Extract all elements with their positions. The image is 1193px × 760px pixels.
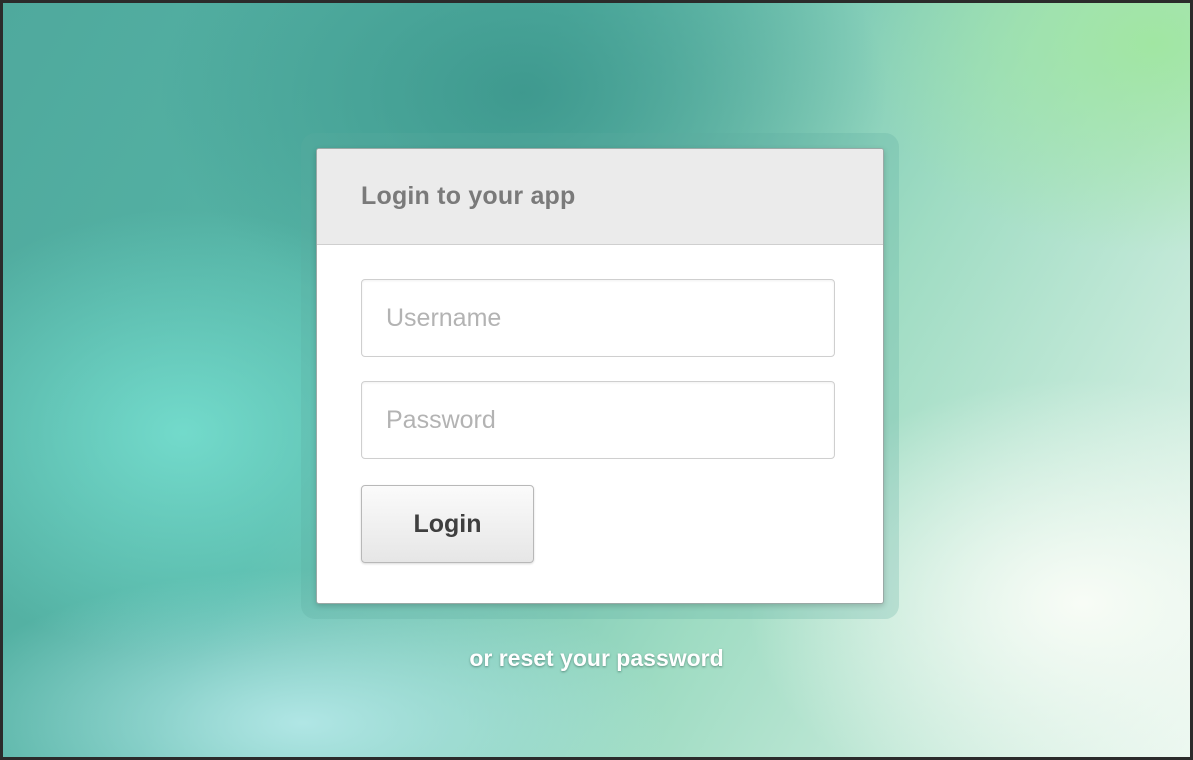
password-field[interactable] <box>361 381 835 459</box>
login-screen: Login to your app Login or reset your pa… <box>0 0 1193 760</box>
panel-title: Login to your app <box>361 182 576 210</box>
login-panel: Login to your app Login <box>316 148 884 604</box>
login-panel-header: Login to your app <box>317 149 883 245</box>
username-field[interactable] <box>361 279 835 357</box>
reset-password-link[interactable]: or reset your password <box>3 645 1190 672</box>
login-button[interactable]: Login <box>361 485 534 563</box>
